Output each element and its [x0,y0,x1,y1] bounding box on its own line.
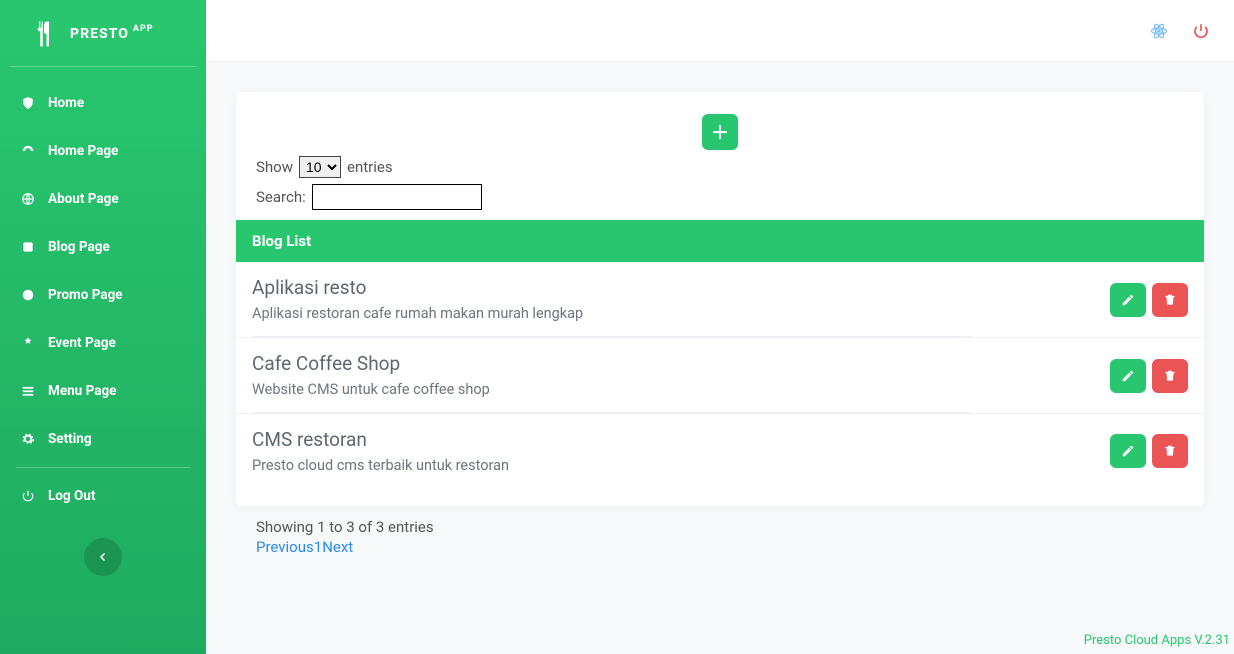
trash-icon [1163,444,1177,458]
sidebar-item-label: Promo Page [48,287,123,303]
paginate-page-1[interactable]: 1 [314,538,322,556]
paginate-previous[interactable]: Previous [256,538,314,556]
power-icon [20,488,36,504]
search-input[interactable] [312,184,482,210]
chevron-left-icon [97,551,109,563]
sidebar-item-setting[interactable]: Setting [0,415,206,463]
add-button[interactable]: ＋ [702,114,738,150]
atom-icon[interactable] [1150,22,1168,40]
trash-icon [1163,293,1177,307]
main-content: ＋ Show 10 entries Search: Blog List Ap [206,62,1234,654]
sidebar: PRESTO APP Home Home Page About Page Blo… [0,0,206,654]
show-label-pre: Show [256,158,293,176]
sidebar-item-label: Setting [48,431,92,447]
topbar [206,0,1234,62]
list-item-subtitle: Presto cloud cms terbaik untuk restoran [252,457,972,474]
edit-button[interactable] [1110,434,1146,468]
paginate-next[interactable]: Next [322,538,353,556]
sidebar-item-label: Home Page [48,143,118,159]
delete-button[interactable] [1152,434,1188,468]
footer-version: Presto Cloud Apps V.2.31 [1084,633,1230,648]
list-item-text: Cafe Coffee Shop Website CMS untuk cafe … [252,352,972,413]
list-item-text: CMS restoran Presto cloud cms terbaik un… [252,428,972,488]
list-item-actions [1110,434,1188,468]
fork-knife-icon [28,18,60,50]
list-item-subtitle: Aplikasi restoran cafe rumah makan murah… [252,305,972,322]
shield-icon [20,95,36,111]
sidebar-item-label: About Page [48,191,119,207]
sidebar-item-promo-page[interactable]: Promo Page [0,271,206,319]
search-label: Search: [256,188,306,206]
list-item-text: Aplikasi resto Aplikasi restoran cafe ru… [252,276,972,337]
sidebar-item-label: Log Out [48,488,95,504]
sidebar-nav: Home Home Page About Page Blog Page Prom… [0,75,206,580]
show-label-post: entries [347,158,393,176]
brand-name: PRESTO [70,26,129,42]
length-select[interactable]: 10 [299,156,341,178]
pencil-icon [1121,293,1135,307]
list-item-actions [1110,283,1188,317]
sidebar-item-about-page[interactable]: About Page [0,175,206,223]
promo-icon [20,287,36,303]
blog-icon [20,239,36,255]
trash-icon [1163,369,1177,383]
list-item-title: Cafe Coffee Shop [252,352,972,375]
edit-button[interactable] [1110,283,1146,317]
list-item: Cafe Coffee Shop Website CMS untuk cafe … [236,338,1204,414]
pencil-icon [1121,444,1135,458]
datatable-controls: Show 10 entries Search: [236,156,1204,210]
sidebar-item-blog-page[interactable]: Blog Page [0,223,206,271]
list-item-actions [1110,359,1188,393]
event-icon [20,335,36,351]
search-control: Search: [256,184,1184,210]
sidebar-item-label: Home [48,95,84,111]
sidebar-item-home[interactable]: Home [0,79,206,127]
sidebar-item-event-page[interactable]: Event Page [0,319,206,367]
sidebar-item-label: Event Page [48,335,116,351]
menu-icon [20,383,36,399]
brand-suffix: APP [133,24,154,34]
list-item-title: Aplikasi resto [252,276,972,299]
length-control: Show 10 entries [256,156,1184,178]
list-header-label: Blog List [252,232,311,250]
list-item: Aplikasi resto Aplikasi restoran cafe ru… [236,262,1204,338]
sidebar-item-label: Blog Page [48,239,110,255]
brand[interactable]: PRESTO APP [10,0,196,67]
sidebar-collapse-button[interactable] [84,538,122,576]
dashboard-icon [20,143,36,159]
pencil-icon [1121,369,1135,383]
sidebar-item-logout[interactable]: Log Out [0,472,206,520]
brand-text: PRESTO APP [70,26,154,42]
power-icon[interactable] [1192,22,1210,40]
blog-card: ＋ Show 10 entries Search: Blog List Ap [236,92,1204,506]
edit-button[interactable] [1110,359,1146,393]
sidebar-item-home-page[interactable]: Home Page [0,127,206,175]
delete-button[interactable] [1152,359,1188,393]
list-item: CMS restoran Presto cloud cms terbaik un… [236,414,1204,488]
datatable-info: Showing 1 to 3 of 3 entries [236,506,1204,536]
sidebar-item-menu-page[interactable]: Menu Page [0,367,206,415]
list-item-title: CMS restoran [252,428,972,451]
datatable-paginate: Previous1Next [236,536,1204,556]
sidebar-item-label: Menu Page [48,383,116,399]
add-row: ＋ [236,106,1204,156]
globe-icon [20,191,36,207]
gear-icon [20,431,36,447]
list-header: Blog List [236,220,1204,262]
sidebar-separator [16,467,190,468]
list-item-subtitle: Website CMS untuk cafe coffee shop [252,381,972,398]
delete-button[interactable] [1152,283,1188,317]
list-body: Aplikasi resto Aplikasi restoran cafe ru… [236,262,1204,488]
plus-icon: ＋ [711,119,729,145]
